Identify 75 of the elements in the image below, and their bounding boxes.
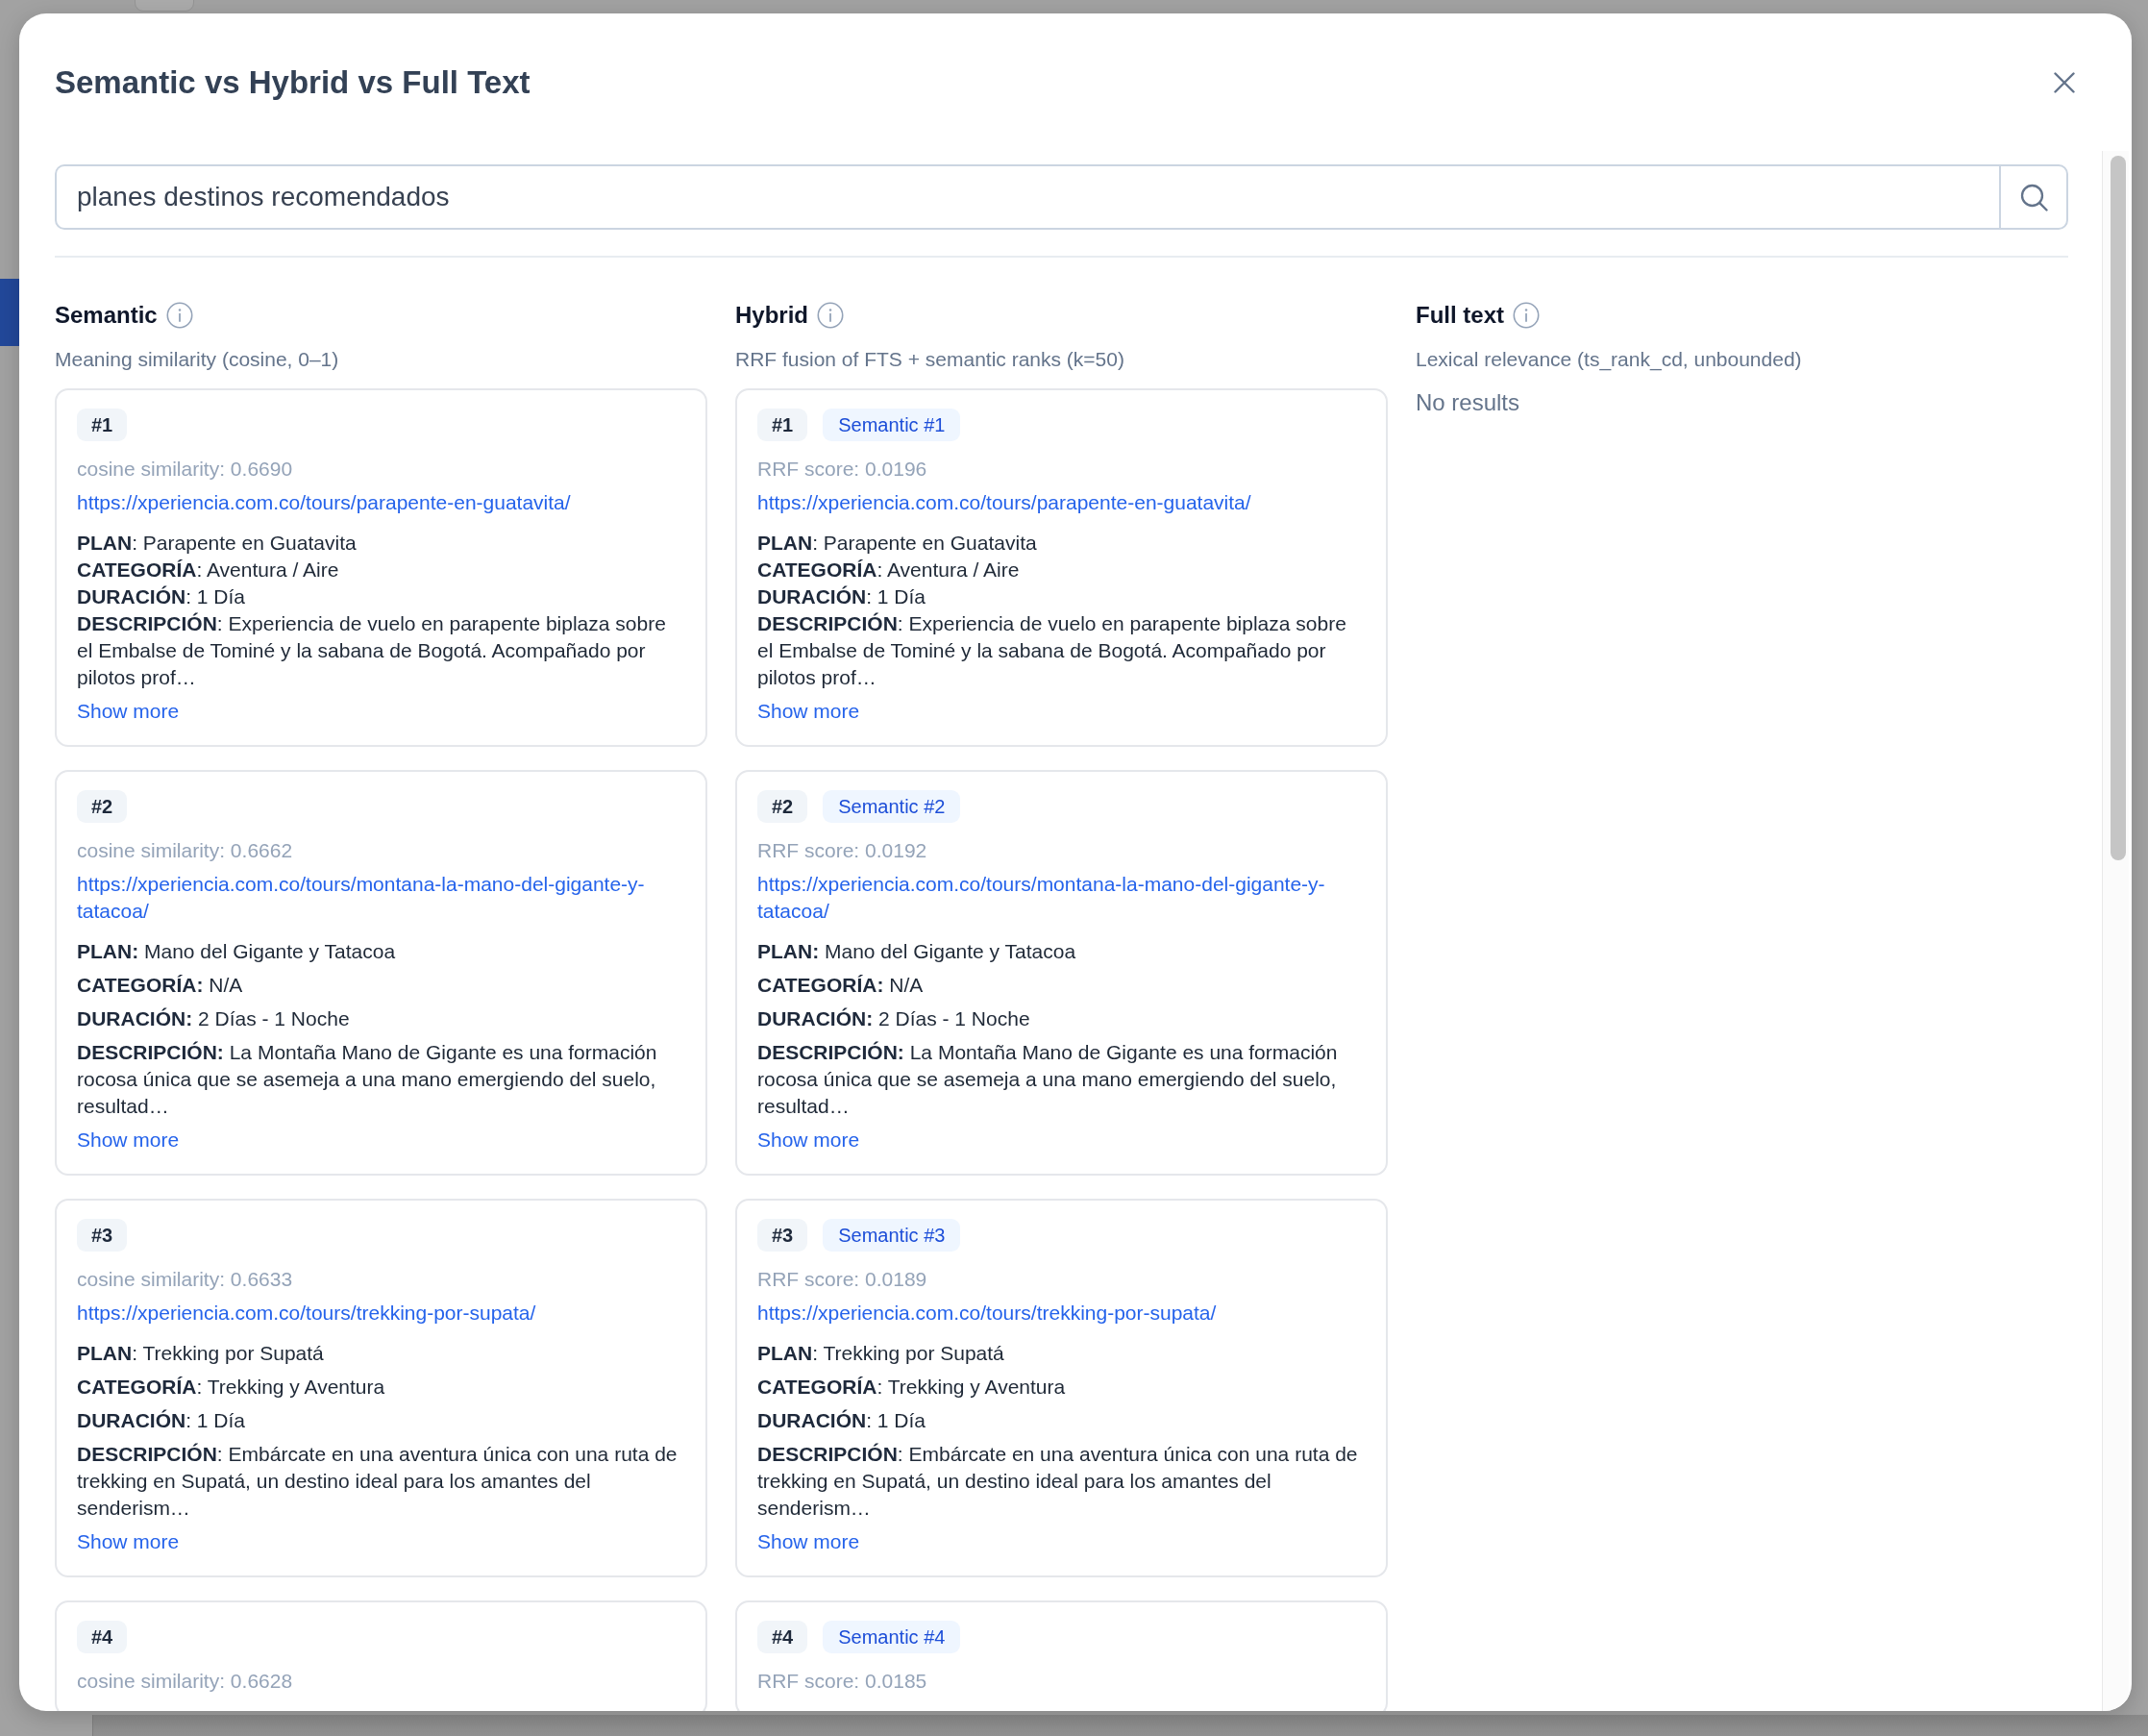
result-url-link[interactable]: https://xperiencia.com.co/tours/trekking-por-supata/ bbox=[757, 1300, 1217, 1327]
detail-line: DURACIÓN: 1 Día bbox=[77, 584, 247, 609]
detail-line: CATEGORÍA: Aventura / Aire bbox=[77, 558, 340, 583]
detail-line: DURACIÓN: 1 Día bbox=[757, 1408, 927, 1433]
detail-line: DESCRIPCIÓN: La Montaña Mano de Gigante es una formación rocosa única que se asemeja a una mano emergiendo del suelo, resultad… bbox=[757, 1040, 1339, 1119]
detail-line: CATEGORÍA: Trekking y Aventura bbox=[757, 1375, 1067, 1400]
semantic-rank-badge: Semantic #3 bbox=[823, 1219, 961, 1252]
dialog-title: Semantic vs Hybrid vs Full Text bbox=[55, 62, 531, 102]
show-more-link[interactable]: Show more bbox=[77, 698, 180, 725]
rank-badge: #3 bbox=[757, 1219, 808, 1252]
detail-line: DURACIÓN: 1 Día bbox=[77, 1408, 247, 1433]
detail-line: DESCRIPCIÓN: Experiencia de vuelo en parapente biplaza sobre el Embalse de Tominé y la sabana de Bogotá. Acompañado por pilotos prof… bbox=[77, 611, 667, 690]
score-text: RRF score: 0.0192 bbox=[757, 838, 927, 863]
detail-line: DESCRIPCIÓN: Experiencia de vuelo en parapente biplaza sobre el Embalse de Tominé y la sabana de Bogotá. Acompañado por pilotos prof… bbox=[757, 611, 1347, 690]
detail-line: DURACIÓN: 2 Días - 1 Noche bbox=[77, 1006, 351, 1031]
column-subtitle: Lexical relevance (ts_rank_cd, unbounded) bbox=[1416, 347, 1803, 373]
detail-line: DESCRIPCIÓN: Embárcate en una aventura única con una ruta de trekking en Supatá, un destino ideal para los amantes del senderism… bbox=[757, 1442, 1359, 1521]
rank-badge: #2 bbox=[77, 790, 128, 823]
show-more-link[interactable]: Show more bbox=[757, 1127, 860, 1153]
semantic-rank-badge: Semantic #1 bbox=[823, 409, 961, 441]
semantic-rank-badge: Semantic #2 bbox=[823, 790, 961, 823]
score-text: RRF score: 0.0185 bbox=[757, 1669, 927, 1694]
rank-badge: #2 bbox=[757, 790, 808, 823]
show-more-link[interactable]: Show more bbox=[757, 698, 860, 725]
column-subtitle: Meaning similarity (cosine, 0–1) bbox=[55, 347, 340, 372]
sidebar-marker bbox=[0, 279, 19, 346]
rank-badge: #1 bbox=[757, 409, 808, 441]
column-title: Semantic bbox=[55, 301, 158, 330]
empty-message: No results bbox=[1416, 388, 1521, 417]
show-more-link[interactable]: Show more bbox=[77, 1127, 180, 1153]
column-subtitle: RRF fusion of FTS + semantic ranks (k=50) bbox=[735, 347, 1125, 372]
result-url-link[interactable]: https://xperiencia.com.co/tours/trekking-por-supata/ bbox=[77, 1300, 536, 1327]
detail-line: DURACIÓN: 2 Días - 1 Noche bbox=[757, 1006, 1031, 1031]
detail-line: DESCRIPCIÓN: La Montaña Mano de Gigante es una formación rocosa única que se asemeja a una mano emergiendo del suelo, resultad… bbox=[77, 1040, 658, 1119]
detail-line: PLAN: Mano del Gigante y Tatacoa bbox=[77, 939, 397, 964]
detail-line: PLAN: Mano del Gigante y Tatacoa bbox=[757, 939, 1077, 964]
close-button[interactable] bbox=[2054, 71, 2075, 93]
result-url-link[interactable]: https://xperiencia.com.co/tours/parapente-en-guatavita/ bbox=[77, 489, 571, 516]
close-icon bbox=[2054, 71, 2075, 93]
search-button[interactable] bbox=[1999, 164, 2068, 230]
search-icon bbox=[2019, 183, 2048, 211]
detail-line: CATEGORÍA: N/A bbox=[757, 973, 925, 998]
detail-line: DESCRIPCIÓN: Embárcate en una aventura única con una ruta de trekking en Supatá, un destino ideal para los amantes del senderism… bbox=[77, 1442, 679, 1521]
detail-line: DURACIÓN: 1 Día bbox=[757, 584, 927, 609]
detail-line: PLAN: Parapente en Guatavita bbox=[77, 531, 358, 556]
rank-badge: #4 bbox=[77, 1621, 128, 1653]
score-text: RRF score: 0.0189 bbox=[757, 1267, 927, 1292]
rank-badge: #1 bbox=[77, 409, 128, 441]
search-field[interactable]: planes destinos recomendados bbox=[55, 164, 1999, 230]
score-text: cosine similarity: 0.6628 bbox=[77, 1669, 293, 1694]
info-icon[interactable] bbox=[817, 302, 844, 329]
score-text: cosine similarity: 0.6633 bbox=[77, 1267, 293, 1292]
column-title: Full text bbox=[1416, 301, 1504, 330]
detail-line: PLAN: Parapente en Guatavita bbox=[757, 531, 1038, 556]
semantic-rank-badge: Semantic #4 bbox=[823, 1621, 961, 1653]
score-text: RRF score: 0.0196 bbox=[757, 457, 927, 482]
detail-line: PLAN: Trekking por Supatá bbox=[77, 1341, 325, 1366]
detail-line: CATEGORÍA: Aventura / Aire bbox=[757, 558, 1021, 583]
score-text: cosine similarity: 0.6662 bbox=[77, 838, 293, 863]
rank-badge: #4 bbox=[757, 1621, 808, 1653]
result-url-link[interactable]: https://xperiencia.com.co/tours/montana-la-mano-del-gigante-y-tatacoa/ bbox=[77, 871, 685, 925]
info-icon[interactable] bbox=[165, 302, 193, 329]
detail-line: PLAN: Trekking por Supatá bbox=[757, 1341, 1005, 1366]
scrollbar-thumb[interactable] bbox=[2111, 156, 2126, 860]
detail-line: CATEGORÍA: N/A bbox=[77, 973, 244, 998]
score-text: cosine similarity: 0.6690 bbox=[77, 457, 293, 482]
rank-badge: #3 bbox=[77, 1219, 128, 1252]
result-url-link[interactable]: https://xperiencia.com.co/tours/parapente-en-guatavita/ bbox=[757, 489, 1251, 516]
info-icon[interactable] bbox=[1513, 302, 1540, 329]
column-title: Hybrid bbox=[735, 301, 808, 330]
detail-line: CATEGORÍA: Trekking y Aventura bbox=[77, 1375, 386, 1400]
show-more-link[interactable]: Show more bbox=[757, 1528, 860, 1555]
show-more-link[interactable]: Show more bbox=[77, 1528, 180, 1555]
result-url-link[interactable]: https://xperiencia.com.co/tours/montana-la-mano-del-gigante-y-tatacoa/ bbox=[757, 871, 1366, 925]
scrollbar[interactable] bbox=[2102, 151, 2129, 1711]
